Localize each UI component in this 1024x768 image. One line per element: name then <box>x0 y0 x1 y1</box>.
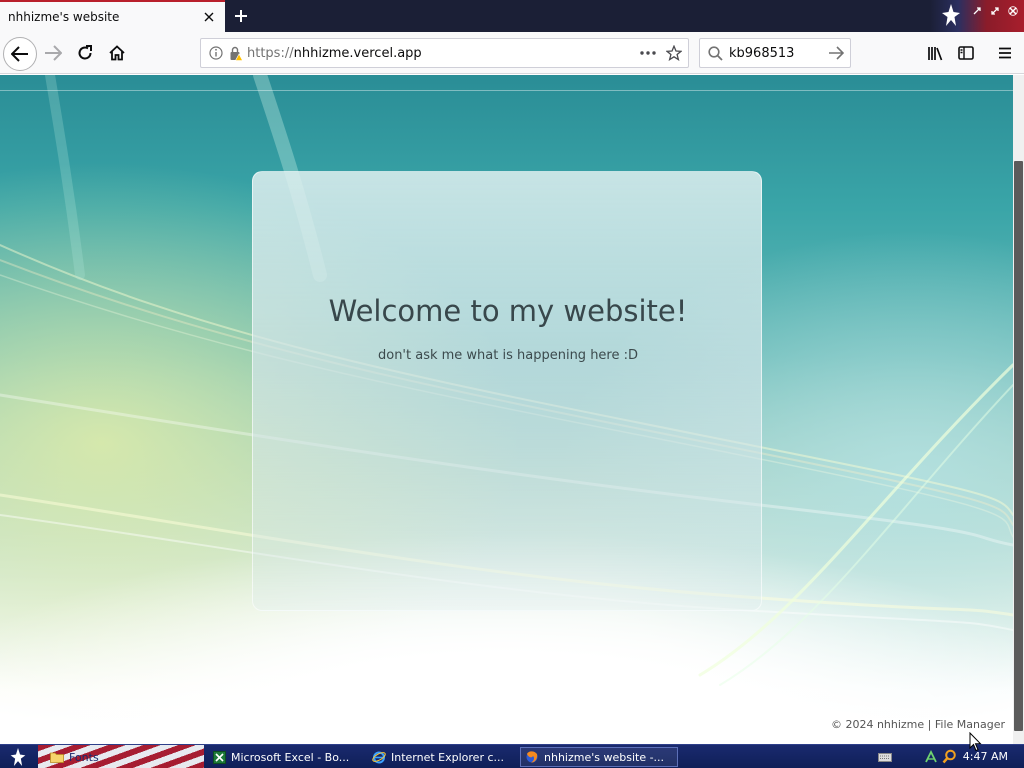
arrow-right-icon <box>45 45 62 61</box>
insecure-lock-icon[interactable] <box>229 46 243 61</box>
page-title: Welcome to my website! <box>328 294 688 328</box>
page-footer: © 2024 nhhizme | File Manager <box>831 718 1005 731</box>
file-manager-link[interactable]: File Manager <box>935 718 1005 731</box>
search-input[interactable]: kb968513 <box>729 46 828 61</box>
reload-icon <box>78 45 92 60</box>
ie-icon <box>372 750 386 764</box>
window-controls <box>930 0 1024 32</box>
taskbar-item-excel[interactable]: Microsoft Excel - Bo... <box>208 747 358 767</box>
scrollbar-thumb[interactable] <box>1014 161 1023 731</box>
navigation-toolbar: https://nhhizme.vercel.app kb968513 <box>0 32 1024 74</box>
search-icon[interactable] <box>942 749 957 764</box>
taskbar-item-label: nhhizme's website -... <box>544 750 665 764</box>
home-icon <box>109 45 125 61</box>
url-host: nhhizme.vercel.app <box>293 45 422 61</box>
vertical-scrollbar[interactable] <box>1013 75 1024 744</box>
home-button[interactable] <box>101 37 133 69</box>
star-icon <box>10 748 26 766</box>
bookmark-star-icon[interactable] <box>666 45 682 61</box>
footer-copyright: © 2024 nhhizme | <box>830 718 935 731</box>
taskbar-item-label: Internet Explorer c... <box>391 750 505 764</box>
menu-button[interactable] <box>989 37 1021 69</box>
search-go-icon[interactable] <box>828 46 844 60</box>
minimize-button[interactable] <box>970 4 984 18</box>
taskbar-item-label: Microsoft Excel - Bo... <box>231 750 350 764</box>
start-button[interactable] <box>0 745 36 768</box>
url-scheme: https:// <box>247 45 294 61</box>
taskbar-item-ie[interactable]: Internet Explorer c... <box>368 747 516 767</box>
url-bar[interactable]: https://nhhizme.vercel.app <box>200 38 689 68</box>
tab-active[interactable]: nhhizme's website <box>0 0 225 32</box>
excel-icon <box>212 750 226 764</box>
close-icon[interactable] <box>199 7 219 27</box>
folder-icon <box>50 750 64 764</box>
tab-strip: nhhizme's website <box>0 0 1024 32</box>
keyboard-icon[interactable] <box>878 753 892 762</box>
maximize-button[interactable] <box>988 4 1002 18</box>
welcome-card: Welcome to my website! don't ask me what… <box>252 171 762 611</box>
info-icon[interactable] <box>209 46 223 60</box>
more-actions-icon[interactable] <box>640 51 656 55</box>
url-text[interactable]: https://nhhizme.vercel.app <box>247 46 640 61</box>
taskbar-item-fonts[interactable]: Fonts <box>46 747 206 767</box>
star-icon <box>942 4 960 26</box>
taskbar-item-firefox[interactable]: nhhizme's website -... <box>520 747 678 767</box>
back-button[interactable] <box>3 37 37 71</box>
firefox-icon <box>525 750 539 764</box>
search-bar[interactable]: kb968513 <box>699 38 851 68</box>
library-button[interactable] <box>919 37 951 69</box>
taskbar-item-label: Fonts <box>69 750 99 764</box>
sidebar-icon <box>958 46 974 60</box>
forward-button[interactable] <box>37 37 69 69</box>
mouse-cursor-icon <box>969 732 982 752</box>
new-tab-button[interactable] <box>228 4 254 28</box>
system-tray: 4:47 AM <box>872 745 1024 768</box>
network-icon[interactable] <box>924 750 938 764</box>
page-viewport: Welcome to my website! don't ask me what… <box>0 75 1013 744</box>
plus-icon <box>235 10 247 22</box>
sidebar-button[interactable] <box>950 37 982 69</box>
taskbar: Fonts Microsoft Excel - Bo... Internet E… <box>0 744 1024 768</box>
page-subtitle: don't ask me what is happening here :D <box>377 348 639 363</box>
tab-title: nhhizme's website <box>8 10 120 24</box>
hamburger-icon <box>999 47 1011 59</box>
library-icon <box>928 46 943 60</box>
reload-button[interactable] <box>69 37 101 69</box>
header-divider <box>0 90 1013 91</box>
arrow-left-icon <box>11 46 28 62</box>
close-window-button[interactable] <box>1006 4 1020 18</box>
search-icon <box>708 45 723 61</box>
